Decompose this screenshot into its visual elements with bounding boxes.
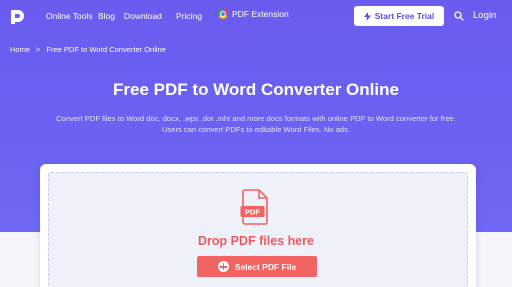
- chrome-icon: [218, 9, 228, 19]
- breadcrumb-separator: >: [36, 45, 41, 54]
- select-pdf-file-label: Select PDF File: [234, 261, 297, 272]
- breadcrumb: Home > Free PDF to Word Converter Online: [10, 45, 166, 54]
- lightning-bolt-icon: [363, 11, 371, 21]
- pdf-extension-label: PDF Extension: [232, 9, 289, 19]
- description-line-2: Users can convert PDFs to editable Word …: [161, 125, 351, 134]
- breadcrumb-home[interactable]: Home: [10, 45, 30, 54]
- nav-blog[interactable]: Blog: [98, 11, 115, 21]
- nav-download[interactable]: Download: [124, 11, 162, 21]
- nav-online-tools[interactable]: Online Tools: [46, 11, 93, 21]
- login-link[interactable]: Login: [473, 10, 496, 21]
- search-icon[interactable]: [454, 11, 464, 21]
- pdf-icon-label: PDF: [245, 208, 260, 217]
- page-title: Free PDF to Word Converter Online: [113, 80, 399, 99]
- page-description: Convert PDF files to Word doc, docx, .wp…: [20, 113, 492, 135]
- start-free-trial-button[interactable]: Start Free Trial: [354, 6, 444, 26]
- nav-pdf-extension[interactable]: PDF Extension: [218, 9, 289, 19]
- plus-circle-icon: [217, 261, 229, 272]
- top-nav: Online Tools Blog Download Pricing PDF E…: [0, 0, 512, 32]
- description-line-1: Convert PDF files to Word doc, docx, .wp…: [56, 114, 456, 123]
- logo-icon[interactable]: [10, 9, 24, 25]
- select-pdf-file-button[interactable]: Select PDF File: [197, 256, 317, 277]
- drop-files-text: Drop PDF files here: [198, 234, 314, 248]
- start-free-trial-label: Start Free Trial: [374, 11, 435, 21]
- nav-pricing[interactable]: Pricing: [176, 11, 202, 21]
- pdf-file-icon: PDF: [240, 189, 268, 225]
- breadcrumb-current: Free PDF to Word Converter Online: [46, 45, 166, 54]
